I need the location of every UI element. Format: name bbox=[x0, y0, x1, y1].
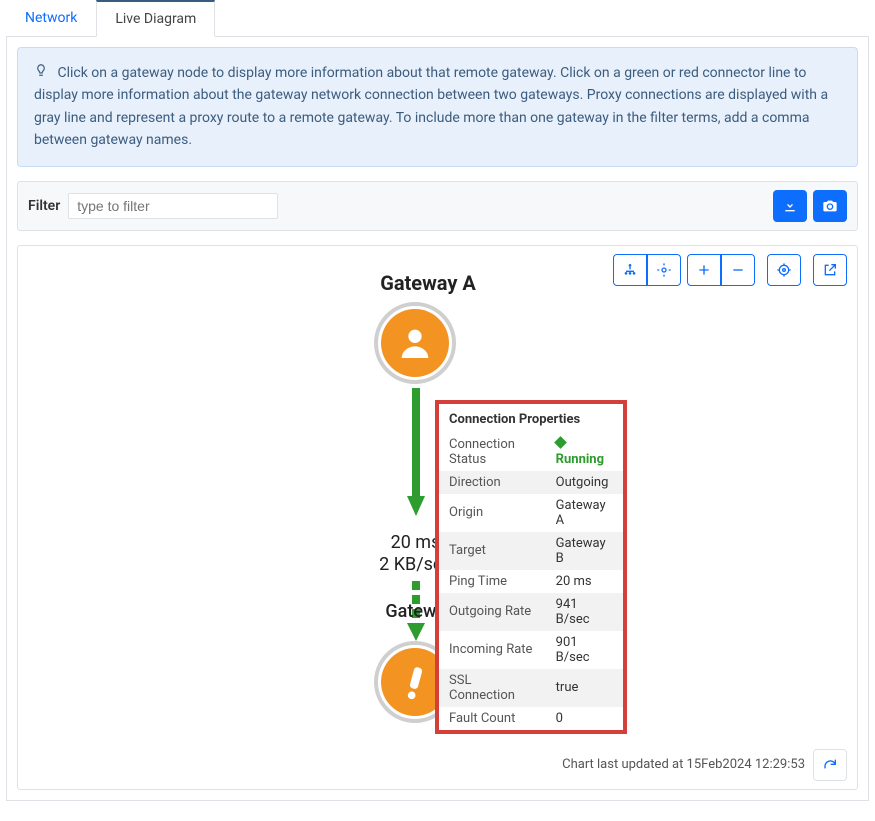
download-button[interactable] bbox=[773, 190, 807, 222]
tab-bar: Network Live Diagram bbox=[6, 0, 869, 37]
row-target-label: Target bbox=[439, 532, 546, 570]
info-text: Click on a gateway node to display more … bbox=[34, 65, 828, 148]
connection-properties-popup: Connection Properties Connection Status … bbox=[436, 401, 626, 733]
filter-input[interactable] bbox=[68, 193, 278, 219]
diamond-icon bbox=[554, 436, 567, 449]
info-banner: Click on a gateway node to display more … bbox=[17, 47, 858, 167]
row-out-value: 941 B/sec bbox=[546, 593, 623, 631]
row-origin-label: Origin bbox=[439, 494, 546, 532]
lightbulb-icon bbox=[34, 65, 51, 81]
row-ping-value: 20 ms bbox=[546, 570, 623, 593]
diagram-panel: Gateway A 20 ms 2 KB/sec bbox=[17, 245, 858, 790]
row-ping-label: Ping Time bbox=[439, 570, 546, 593]
popup-table: Connection Status Running Direction Outg… bbox=[439, 433, 623, 730]
row-fault-value: 0 bbox=[546, 707, 623, 730]
popup-title: Connection Properties bbox=[439, 404, 623, 433]
row-direction-label: Direction bbox=[439, 471, 546, 494]
filter-bar: Filter bbox=[17, 181, 858, 231]
row-status-label: Connection Status bbox=[439, 433, 546, 471]
node-a-label: Gateway A bbox=[363, 271, 493, 295]
tab-network[interactable]: Network bbox=[6, 0, 96, 37]
tab-live-diagram[interactable]: Live Diagram bbox=[96, 0, 215, 37]
row-out-label: Outgoing Rate bbox=[439, 593, 546, 631]
row-target-value: Gateway B bbox=[546, 532, 623, 570]
person-icon bbox=[381, 309, 449, 377]
refresh-button[interactable] bbox=[813, 749, 847, 781]
row-ssl-value: true bbox=[546, 669, 623, 707]
row-status-value: Running bbox=[556, 437, 604, 467]
ping-metric: 20 ms bbox=[391, 532, 441, 553]
connector-a-to-b-top[interactable] bbox=[407, 388, 425, 518]
row-in-label: Incoming Rate bbox=[439, 631, 546, 669]
page-content: Click on a gateway node to display more … bbox=[6, 37, 869, 801]
filter-label: Filter bbox=[28, 198, 60, 214]
gateway-node-a[interactable] bbox=[374, 302, 456, 384]
row-ssl-label: SSL Connection bbox=[439, 669, 546, 707]
diagram-canvas[interactable]: Gateway A 20 ms 2 KB/sec bbox=[18, 246, 857, 789]
row-fault-label: Fault Count bbox=[439, 707, 546, 730]
row-in-value: 901 B/sec bbox=[546, 631, 623, 669]
diagram-footer: Chart last updated at 15Feb2024 12:29:53 bbox=[562, 749, 847, 781]
last-updated-text: Chart last updated at 15Feb2024 12:29:53 bbox=[562, 757, 805, 772]
row-direction-value: Outgoing bbox=[546, 471, 623, 494]
snapshot-button[interactable] bbox=[813, 190, 847, 222]
row-origin-value: Gateway A bbox=[546, 494, 623, 532]
